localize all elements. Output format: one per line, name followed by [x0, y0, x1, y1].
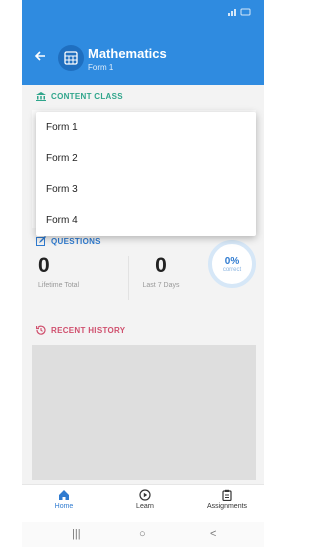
status-bar	[34, 8, 252, 22]
system-home-button[interactable]: ○	[139, 528, 146, 540]
last-7-days-label: Last 7 Days	[142, 282, 180, 289]
recent-history-label: RECENT HISTORY	[51, 325, 126, 335]
system-back-button[interactable]: <	[210, 528, 216, 540]
bottom-navigation: Home Learn Assignments	[22, 484, 264, 522]
last-7-days-stat: 0 Last 7 Days	[136, 254, 186, 289]
dropdown-option-form-4[interactable]: Form 4	[36, 205, 256, 236]
nav-learn[interactable]: Learn	[115, 489, 175, 510]
nav-learn-label: Learn	[136, 503, 154, 510]
last-7-days-value: 0	[155, 254, 167, 277]
dropdown-option-form-2[interactable]: Form 2	[36, 143, 256, 174]
content-class-heading: CONTENT CLASS	[36, 92, 123, 101]
lifetime-total-value: 0	[38, 254, 50, 277]
questions-label: QUESTIONS	[51, 236, 101, 246]
form-dropdown-menu: Form 1 Form 2 Form 3 Form 4	[36, 112, 256, 236]
correct-label: correct	[222, 266, 242, 273]
building-icon	[36, 92, 46, 101]
correct-ring: 0% correct	[208, 240, 256, 288]
stats-divider	[128, 256, 129, 300]
app-header: Mathematics Form 1	[22, 0, 264, 85]
nav-home[interactable]: Home	[34, 489, 94, 510]
recents-button[interactable]: |||	[72, 528, 81, 540]
content-class-label: CONTENT CLASS	[51, 92, 123, 101]
system-navigation-bar: ||| ○ <	[22, 522, 264, 547]
back-arrow-icon[interactable]	[34, 50, 46, 66]
nav-assignments-label: Assignments	[206, 503, 248, 510]
dropdown-option-form-1[interactable]: Form 1	[36, 112, 256, 143]
nav-home-label: Home	[54, 503, 74, 510]
calculator-icon	[58, 45, 84, 71]
lifetime-total-stat: 0 Lifetime Total	[38, 254, 79, 289]
phone-screen: Mathematics Form 1 CONTENT CLASS QUESTIO…	[22, 0, 264, 547]
clipboard-icon	[222, 489, 232, 501]
nav-assignments[interactable]: Assignments	[197, 489, 257, 510]
signal-icon	[228, 8, 252, 18]
page-title: Mathematics	[88, 46, 167, 61]
questions-heading: QUESTIONS	[36, 236, 101, 246]
page-subtitle: Form 1	[88, 63, 114, 72]
dropdown-option-form-3[interactable]: Form 3	[36, 174, 256, 205]
recent-history-panel	[32, 345, 256, 480]
history-icon	[36, 325, 46, 335]
recent-history-heading: RECENT HISTORY	[36, 325, 125, 335]
play-circle-icon	[139, 489, 151, 501]
home-icon	[59, 490, 69, 500]
lifetime-total-label: Lifetime Total	[38, 282, 80, 289]
correct-percent: 0%	[224, 255, 240, 267]
edit-icon	[36, 236, 46, 246]
